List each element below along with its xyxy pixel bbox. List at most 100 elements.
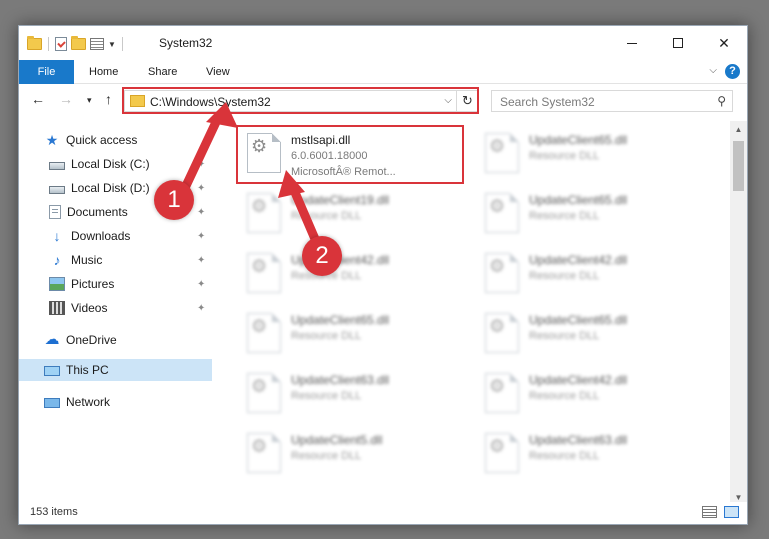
sidebar-item-downloads[interactable]: ↓ Downloads ✦: [19, 225, 212, 247]
list-item[interactable]: ⚙ UpdateClient42.dll Resource DLL: [241, 245, 461, 299]
list-item[interactable]: ⚙ UpdateClient19.dll Resource DLL: [241, 185, 461, 239]
minimize-button[interactable]: [609, 26, 655, 60]
music-icon: ♪: [53, 252, 61, 268]
sidebar-item-label: Local Disk (C:): [71, 157, 150, 171]
tab-share[interactable]: Share: [148, 60, 177, 84]
gear-icon: ⚙: [251, 436, 268, 456]
ribbon-tabs: File Home Share View ⌵ ?: [19, 60, 747, 84]
scroll-thumb[interactable]: [733, 141, 744, 191]
pin-icon: ✦: [197, 230, 206, 242]
file-type: Resource DLL: [291, 450, 362, 462]
gear-icon: ⚙: [251, 196, 268, 216]
sidebar-item-onedrive[interactable]: ☁ OneDrive: [19, 329, 212, 351]
file-type: Resource DLL: [291, 330, 362, 342]
download-icon: ↓: [53, 228, 61, 244]
sidebar-item-label: Quick access: [66, 133, 138, 147]
sidebar-item-quick-access[interactable]: ★ Quick access: [19, 129, 212, 151]
vertical-scrollbar[interactable]: ▲ ▼: [730, 121, 747, 506]
address-highlight-box: [122, 87, 479, 114]
view-icon[interactable]: [90, 38, 104, 50]
file-type: Resource DLL: [529, 390, 600, 402]
file-name: UpdateClient65.dll: [529, 193, 628, 207]
toolbar-separator: [121, 37, 123, 51]
file-type: Resource DLL: [529, 210, 600, 222]
documents-icon: [49, 205, 61, 219]
minimize-icon: [627, 42, 637, 44]
gear-icon: ⚙: [489, 376, 506, 396]
sidebar-item-label: Videos: [71, 301, 108, 315]
pin-icon: ✦: [197, 182, 206, 194]
gear-icon: ⚙: [489, 256, 506, 276]
list-item[interactable]: ⚙ UpdateClient65.dll Resource DLL: [479, 185, 699, 239]
sidebar-item-network[interactable]: Network: [19, 391, 212, 413]
pin-icon: ✦: [197, 206, 206, 218]
callout-1: 1: [154, 180, 194, 220]
close-button[interactable]: ✕: [701, 26, 747, 60]
onedrive-icon: ☁: [44, 331, 60, 348]
maximize-icon: [673, 38, 683, 48]
star-icon: ★: [45, 132, 59, 148]
list-item[interactable]: ⚙ UpdateClient65.dll Resource DLL: [241, 305, 461, 359]
close-icon: ✕: [718, 34, 730, 51]
tab-view[interactable]: View: [206, 60, 230, 84]
tiles-view-icon[interactable]: [724, 506, 739, 518]
file-name: UpdateClient63.dll: [529, 433, 628, 447]
gear-icon: ⚙: [489, 436, 506, 456]
gear-icon: ⚙: [251, 316, 268, 336]
details-view-icon[interactable]: [702, 506, 717, 518]
file-type: Resource DLL: [529, 330, 600, 342]
status-bar: 153 items: [19, 502, 747, 524]
sidebar-item-this-pc[interactable]: This PC: [19, 359, 212, 381]
list-item[interactable]: ⚙ UpdateClient42.dll Resource DLL: [479, 245, 699, 299]
recent-locations-icon[interactable]: ▾: [87, 95, 92, 106]
gear-icon: ⚙: [489, 316, 506, 336]
properties-icon[interactable]: [55, 37, 67, 51]
gear-icon: ⚙: [251, 256, 268, 276]
sidebar-item-videos[interactable]: Videos ✦: [19, 297, 212, 319]
search-icon[interactable]: ⚲: [717, 94, 726, 108]
back-arrow-icon[interactable]: ←: [31, 91, 45, 107]
customize-toolbar-caret-icon[interactable]: ▼: [108, 40, 116, 49]
search-placeholder: Search System32: [500, 95, 595, 109]
sidebar-item-pictures[interactable]: Pictures ✦: [19, 273, 212, 295]
list-item[interactable]: ⚙ UpdateClient42.dll Resource DLL: [479, 365, 699, 419]
search-input[interactable]: Search System32 ⚲: [491, 90, 733, 112]
expand-ribbon-icon[interactable]: ⌵: [709, 65, 717, 76]
list-item[interactable]: ⚙ UpdateClient65.dll Resource DLL: [479, 125, 699, 179]
file-name: UpdateClient42.dll: [529, 253, 628, 267]
up-arrow-icon[interactable]: ↑: [105, 91, 112, 107]
sidebar-item-local-disk-c[interactable]: Local Disk (C:) ✦: [19, 153, 212, 175]
file-name: UpdateClient65.dll: [291, 313, 390, 327]
tab-home[interactable]: Home: [89, 60, 118, 84]
maximize-button[interactable]: [655, 26, 701, 60]
network-icon: [44, 398, 60, 408]
pictures-icon: [49, 277, 65, 291]
file-name: UpdateClient65.dll: [529, 133, 628, 147]
navigation-pane: ★ Quick access Local Disk (C:) ✦ Local D…: [19, 121, 212, 506]
drive-icon: [49, 185, 65, 194]
new-folder-icon[interactable]: [71, 36, 86, 50]
list-item[interactable]: ⚙ UpdateClient63.dll Resource DLL: [241, 365, 461, 419]
forward-arrow-icon[interactable]: →: [59, 91, 73, 107]
sidebar-item-music[interactable]: ♪ Music ✦: [19, 249, 212, 271]
help-icon[interactable]: ?: [725, 64, 740, 79]
callout-2: 2: [302, 236, 342, 276]
file-type: Resource DLL: [529, 150, 600, 162]
file-name: UpdateClient65.dll: [529, 313, 628, 327]
scroll-up-icon[interactable]: ▲: [730, 121, 747, 138]
list-item[interactable]: ⚙ UpdateClient65.dll Resource DLL: [479, 305, 699, 359]
file-type: Resource DLL: [529, 450, 600, 462]
item-count: 153 items: [30, 506, 78, 518]
list-item[interactable]: ⚙ UpdateClient63.dll Resource DLL: [479, 425, 699, 479]
list-item[interactable]: ⚙ UpdateClient5.dll Resource DLL: [241, 425, 461, 479]
file-type: Resource DLL: [291, 210, 362, 222]
title-bar: ▼ System32 ✕: [19, 26, 747, 60]
tab-file[interactable]: File: [19, 60, 74, 84]
file-type: Resource DLL: [529, 270, 600, 282]
folder-icon: [27, 36, 42, 50]
file-name: UpdateClient42.dll: [529, 373, 628, 387]
pin-icon: ✦: [197, 278, 206, 290]
sidebar-item-label: Network: [66, 395, 111, 409]
sidebar-item-label: Documents: [67, 205, 128, 219]
toolbar-separator: [48, 37, 49, 51]
